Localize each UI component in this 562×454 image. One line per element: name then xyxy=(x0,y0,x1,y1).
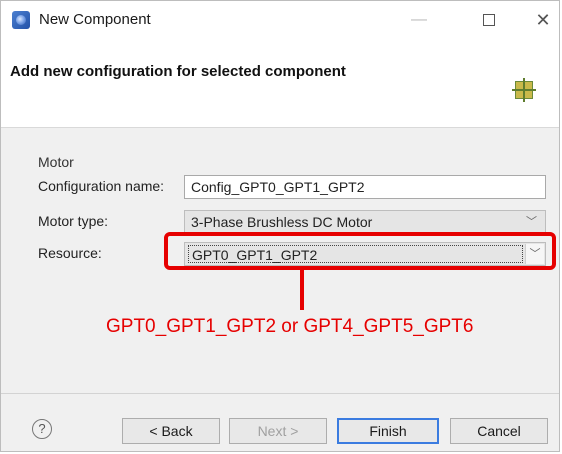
app-icon xyxy=(12,11,30,29)
chevron-down-icon: ﹀ xyxy=(526,216,537,228)
next-button[interactable]: Next > xyxy=(229,418,327,444)
component-wizard-icon xyxy=(512,78,536,102)
motor-type-value: 3-Phase Brushless DC Motor xyxy=(191,214,373,230)
maximize-button[interactable] xyxy=(469,7,509,33)
config-name-label: Configuration name: xyxy=(38,178,165,194)
motor-type-label: Motor type: xyxy=(38,213,109,229)
wizard-banner: Add new configuration for selected compo… xyxy=(1,39,559,128)
page-title: Add new configuration for selected compo… xyxy=(10,63,346,80)
help-button[interactable]: ? xyxy=(32,419,52,439)
title-bar: New Component — ✕ xyxy=(1,1,559,39)
back-button[interactable]: < Back xyxy=(122,418,220,444)
annotation-connector xyxy=(300,270,304,310)
finish-button[interactable]: Finish xyxy=(337,418,439,444)
resource-highlight-box xyxy=(164,232,556,270)
group-label: Motor xyxy=(38,154,74,170)
resource-label: Resource: xyxy=(38,245,102,261)
maximize-icon xyxy=(483,13,495,26)
cancel-button[interactable]: Cancel xyxy=(450,418,548,444)
motor-type-select[interactable]: 3-Phase Brushless DC Motor ﹀ xyxy=(184,210,546,234)
resource-annotation: GPT0_GPT1_GPT2 or GPT4_GPT5_GPT6 xyxy=(106,316,474,337)
config-name-input[interactable]: Config_GPT0_GPT1_GPT2 xyxy=(184,175,546,199)
window-title: New Component xyxy=(39,11,151,28)
close-button[interactable]: ✕ xyxy=(523,7,562,33)
divider xyxy=(1,393,559,394)
minimize-button[interactable]: — xyxy=(399,7,439,33)
new-component-dialog: New Component — ✕ Add new configuration … xyxy=(0,0,560,452)
